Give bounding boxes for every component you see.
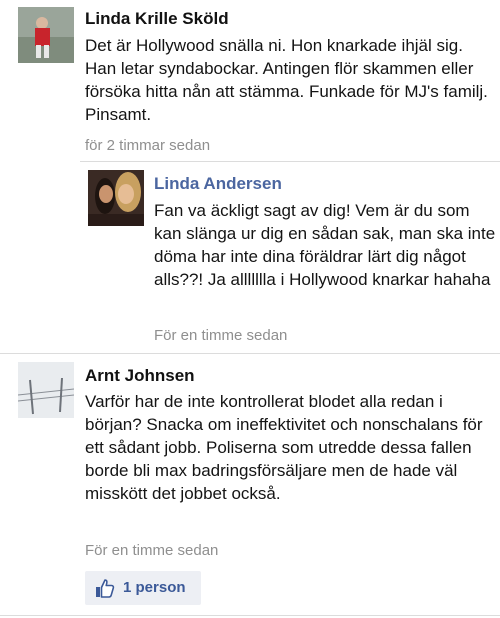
thumbs-up-icon	[95, 578, 115, 598]
comment-linda-krille-skold: Linda Krille Sköld Det är Hollywood snäl…	[0, 0, 500, 160]
divider	[0, 615, 500, 616]
like-count[interactable]: 1 person	[123, 578, 186, 598]
comment-arnt-johnsen: Arnt Johnsen Varför har de inte kontroll…	[0, 354, 500, 618]
avatar[interactable]	[88, 170, 144, 226]
comment-timestamp[interactable]: för 2 timmar sedan	[85, 136, 210, 156]
author-name[interactable]: Linda Krille Sköld	[85, 8, 229, 30]
comment-text: Fan va äckligt sagt av dig! Vem är du so…	[154, 201, 496, 289]
avatar[interactable]	[18, 362, 74, 418]
comment-text: Varför har de inte kontrollerat blodet a…	[85, 392, 483, 503]
author-name[interactable]: Arnt Johnsen	[85, 365, 195, 387]
author-name[interactable]: Linda Andersen	[154, 173, 282, 195]
comment-timestamp[interactable]: För en timme sedan	[85, 541, 218, 561]
divider	[80, 161, 500, 162]
comment-timestamp[interactable]: För en timme sedan	[154, 326, 287, 346]
like-count-button[interactable]: 1 person	[85, 571, 201, 605]
comment-text: Det är Hollywood snälla ni. Hon knarkade…	[85, 36, 488, 124]
avatar[interactable]	[18, 7, 74, 63]
reply-linda-andersen: Linda Andersen Fan va äckligt sagt av di…	[80, 163, 500, 353]
